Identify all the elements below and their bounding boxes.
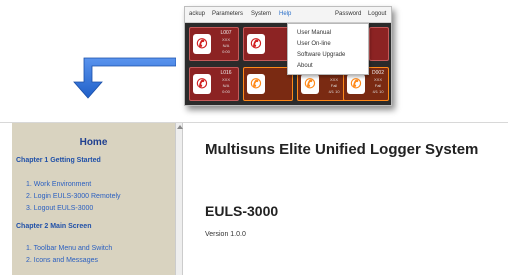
channel-tile[interactable]: ✆ L007 XXX N/A 0:00: [189, 27, 239, 61]
phone-error-icon: ✆: [347, 74, 365, 94]
channel-info: XXX Fail 4/1 10: [366, 77, 390, 95]
app-screenshot-inset: ackup Parameters System Help Password Lo…: [184, 6, 392, 106]
channel-id: L016: [220, 70, 232, 76]
arrow-down-left-icon: [73, 57, 176, 99]
phone-error-icon: ✆: [247, 74, 265, 94]
channel-tile-partial[interactable]: [369, 27, 389, 61]
help-menu-dropdown: User Manual User On-line Software Upgrad…: [287, 23, 369, 75]
menu-item-backup[interactable]: ackup: [189, 11, 205, 17]
document-content: Multisuns Elite Unified Logger System EU…: [183, 123, 508, 275]
toc-chapter-2[interactable]: Chapter 2 Main Screen: [16, 223, 91, 230]
channel-info: XXX N/A 0:00: [214, 77, 238, 95]
phone-icon: ✆: [193, 74, 211, 94]
version-text: Version 1.0.0: [205, 231, 246, 238]
product-name: EULS-3000: [205, 203, 279, 219]
toc-item[interactable]: 2. Login EULS-3000 Remotely: [26, 193, 121, 200]
toc-home-link[interactable]: Home: [12, 137, 175, 148]
channel-id: L007: [220, 30, 232, 36]
menu-item-logout[interactable]: Logout: [368, 11, 386, 17]
screenshot-composite: ackup Parameters System Help Password Lo…: [0, 0, 508, 275]
channel-info: XXX N/A 0:00: [214, 37, 238, 55]
toc-sidebar: Home Chapter 1 Getting Started 1. Work E…: [12, 123, 175, 275]
menu-bar: ackup Parameters System Help Password Lo…: [185, 7, 391, 23]
toc-item[interactable]: 1. Work Environment: [26, 181, 91, 188]
channel-tile[interactable]: ✆ L016 XXX N/A 0:00: [189, 67, 239, 101]
menu-option-user-manual[interactable]: User Manual: [297, 30, 331, 36]
channel-id: D002: [372, 70, 384, 76]
channel-line3: 4/1 10: [372, 89, 384, 94]
menu-item-password[interactable]: Password: [335, 11, 361, 17]
menu-item-parameters[interactable]: Parameters: [212, 11, 243, 17]
menu-item-help[interactable]: Help: [279, 11, 291, 17]
channel-tile-partial[interactable]: ✆: [243, 67, 293, 101]
help-window: Home Chapter 1 Getting Started 1. Work E…: [0, 122, 508, 275]
document-title: Multisuns Elite Unified Logger System: [205, 141, 479, 158]
menu-option-about[interactable]: About: [297, 63, 313, 69]
phone-icon: ✆: [247, 34, 265, 54]
toc-item[interactable]: 3. Logout EULS-3000: [26, 205, 93, 212]
phone-error-icon: ✆: [301, 74, 319, 94]
sidebar-scrollbar[interactable]: [175, 123, 183, 275]
menu-option-user-online[interactable]: User On-line: [297, 41, 331, 47]
menu-item-system[interactable]: System: [251, 11, 271, 17]
phone-icon: ✆: [193, 34, 211, 54]
channel-tile-partial[interactable]: ✆: [243, 27, 293, 61]
toc-item[interactable]: 1. Toolbar Menu and Switch: [26, 245, 112, 252]
toc-chapter-1[interactable]: Chapter 1 Getting Started: [16, 157, 101, 164]
menu-option-software-upgrade[interactable]: Software Upgrade: [297, 52, 345, 58]
channel-line3: 0:00: [222, 49, 230, 54]
channel-line3: 0:00: [222, 89, 230, 94]
toc-item[interactable]: 2. Icons and Messages: [26, 257, 98, 264]
